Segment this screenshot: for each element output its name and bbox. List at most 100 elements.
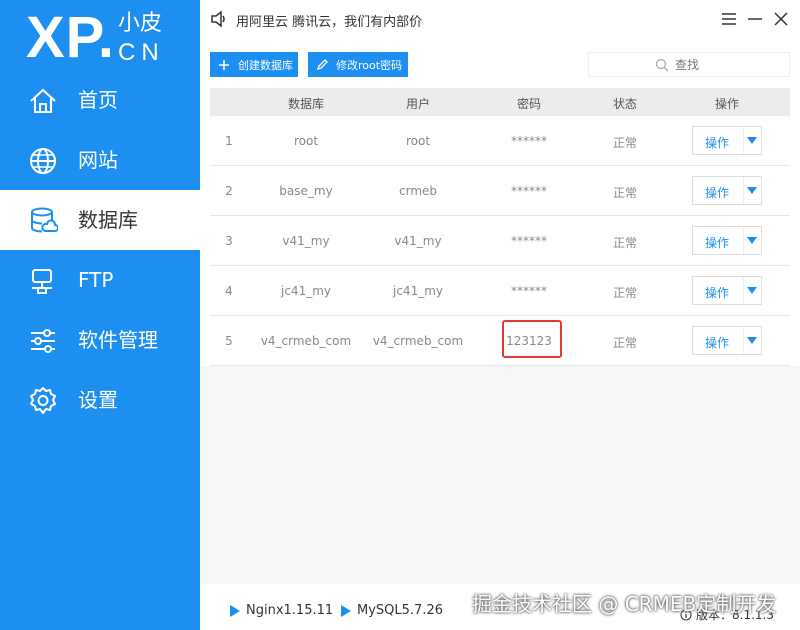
sidebar-item-website[interactable]: 网站: [0, 130, 200, 190]
watermark: 掘金技术社区 @ CRMEB定制开发: [472, 592, 777, 616]
speaker-icon: [211, 10, 225, 28]
table-row: 1 root root ****** 正常 操作: [210, 116, 790, 166]
row-password[interactable]: ******: [511, 134, 547, 148]
minimize-icon[interactable]: [746, 10, 764, 28]
title-bar: 用阿里云 腾讯云，我们有内部价: [200, 0, 800, 38]
row-password[interactable]: ******: [511, 184, 547, 198]
row-database: root: [293, 134, 319, 148]
search-box: [588, 52, 790, 77]
sidebar-item-software[interactable]: 软件管理: [0, 310, 200, 370]
caret-down-icon[interactable]: [747, 287, 757, 295]
sidebar-item-label: 软件管理: [78, 328, 158, 352]
row-index: 1: [225, 134, 233, 148]
row-database: v41_my: [282, 234, 330, 248]
plus-icon: [219, 59, 229, 70]
column-header-database: 数据库: [287, 97, 325, 111]
sidebar-nav: 首页 网站 数据库 FTP 软件管理 设置: [0, 70, 200, 430]
ftp-icon: [32, 269, 52, 294]
row-status: 正常: [612, 336, 638, 350]
column-header-status: 状态: [612, 97, 638, 111]
mysql-version: MySQL5.7.26: [357, 603, 443, 618]
sidebar-item-settings[interactable]: 设置: [0, 370, 200, 430]
row-action-button[interactable]: 操作: [692, 176, 762, 205]
divider: [743, 127, 744, 154]
row-password[interactable]: ******: [511, 234, 547, 248]
table-header: 数据库 用户 密码 状态 操作: [210, 88, 790, 116]
table-row: 5 v4_crmeb_com v4_crmeb_com 123123 正常 操作: [210, 316, 790, 366]
sidebar-item-ftp[interactable]: FTP: [0, 250, 200, 310]
close-icon[interactable]: [772, 10, 790, 28]
row-status: 正常: [612, 236, 638, 250]
row-action-label: 操作: [705, 286, 730, 300]
logo-bottom-text: CN: [118, 39, 165, 66]
row-action-label: 操作: [705, 336, 730, 350]
sidebar-item-home[interactable]: 首页: [0, 70, 200, 130]
divider: [743, 277, 744, 304]
table-row: 3 v41_my v41_my ****** 正常 操作: [210, 216, 790, 266]
status-bar: Nginx1.15.11 MySQL5.7.26 版本：8.1.1.3 掘金技术…: [200, 584, 800, 630]
row-index: 2: [225, 184, 233, 198]
menu-icon[interactable]: [720, 10, 738, 28]
row-index: 4: [225, 284, 233, 298]
content-empty-area: [200, 366, 800, 584]
row-index: 5: [225, 334, 233, 348]
caret-down-icon[interactable]: [747, 187, 757, 195]
logo-top-text: 小皮: [118, 11, 163, 36]
row-user: crmeb: [398, 184, 438, 198]
sidebar: XP. 小皮 CN 首页 网站 数据库 FTP 软件管理 设置: [0, 0, 200, 630]
nginx-version: Nginx1.15.11: [246, 603, 334, 618]
row-action-label: 操作: [705, 236, 730, 250]
sidebar-item-label: 设置: [78, 388, 118, 412]
globe-icon: [30, 148, 56, 174]
row-action-button[interactable]: 操作: [692, 276, 762, 305]
row-action-button[interactable]: 操作: [692, 126, 762, 155]
logo-main: XP.: [26, 5, 116, 70]
home-icon: [30, 88, 56, 113]
row-database: jc41_my: [281, 284, 331, 298]
row-status: 正常: [612, 186, 638, 200]
play-icon: [230, 604, 240, 617]
change-root-password-label: 修改root密码: [336, 58, 403, 72]
nginx-service[interactable]: Nginx1.15.11: [230, 603, 333, 618]
database-icon: [31, 207, 58, 233]
row-user: v41_my: [394, 234, 442, 248]
promo-notice[interactable]: 用阿里云 腾讯云，我们有内部价: [236, 11, 422, 30]
row-status: 正常: [612, 286, 638, 300]
column-header-user: 用户: [405, 97, 431, 111]
row-user: jc41_my: [393, 284, 443, 298]
create-database-label: 创建数据库: [238, 58, 293, 72]
create-database-button[interactable]: 创建数据库: [210, 52, 298, 77]
row-user: v4_crmeb_com: [372, 334, 464, 348]
row-database: base_my: [279, 184, 333, 198]
divider: [743, 177, 744, 204]
caret-down-icon[interactable]: [747, 137, 757, 145]
column-header-password: 密码: [516, 97, 542, 111]
search-input[interactable]: [589, 53, 789, 76]
sidebar-item-label: FTP: [78, 268, 114, 292]
mysql-service[interactable]: MySQL5.7.26: [341, 603, 443, 618]
app-logo: XP. 小皮 CN: [26, 6, 186, 70]
divider: [743, 327, 744, 354]
pencil-icon: [316, 58, 328, 70]
play-icon: [341, 604, 351, 617]
sliders-icon: [31, 329, 55, 353]
row-status: 正常: [612, 136, 638, 150]
row-user: root: [405, 134, 431, 148]
change-root-password-button[interactable]: 修改root密码: [308, 52, 408, 77]
row-index: 3: [225, 234, 233, 248]
row-action-label: 操作: [705, 186, 730, 200]
sidebar-item-label: 数据库: [78, 208, 138, 232]
row-password[interactable]: ******: [511, 284, 547, 298]
caret-down-icon[interactable]: [747, 337, 757, 345]
sidebar-item-label: 网站: [78, 148, 118, 172]
row-action-button[interactable]: 操作: [692, 226, 762, 255]
table-row: 2 base_my crmeb ****** 正常 操作: [210, 166, 790, 216]
row-action-label: 操作: [705, 136, 730, 150]
column-header-action: 操作: [714, 97, 740, 111]
sidebar-item-database[interactable]: 数据库: [0, 190, 200, 250]
row-action-button[interactable]: 操作: [692, 326, 762, 355]
caret-down-icon[interactable]: [747, 237, 757, 245]
row-password[interactable]: 123123: [506, 334, 552, 348]
table-row: 4 jc41_my jc41_my ****** 正常 操作: [210, 266, 790, 316]
divider: [743, 227, 744, 254]
